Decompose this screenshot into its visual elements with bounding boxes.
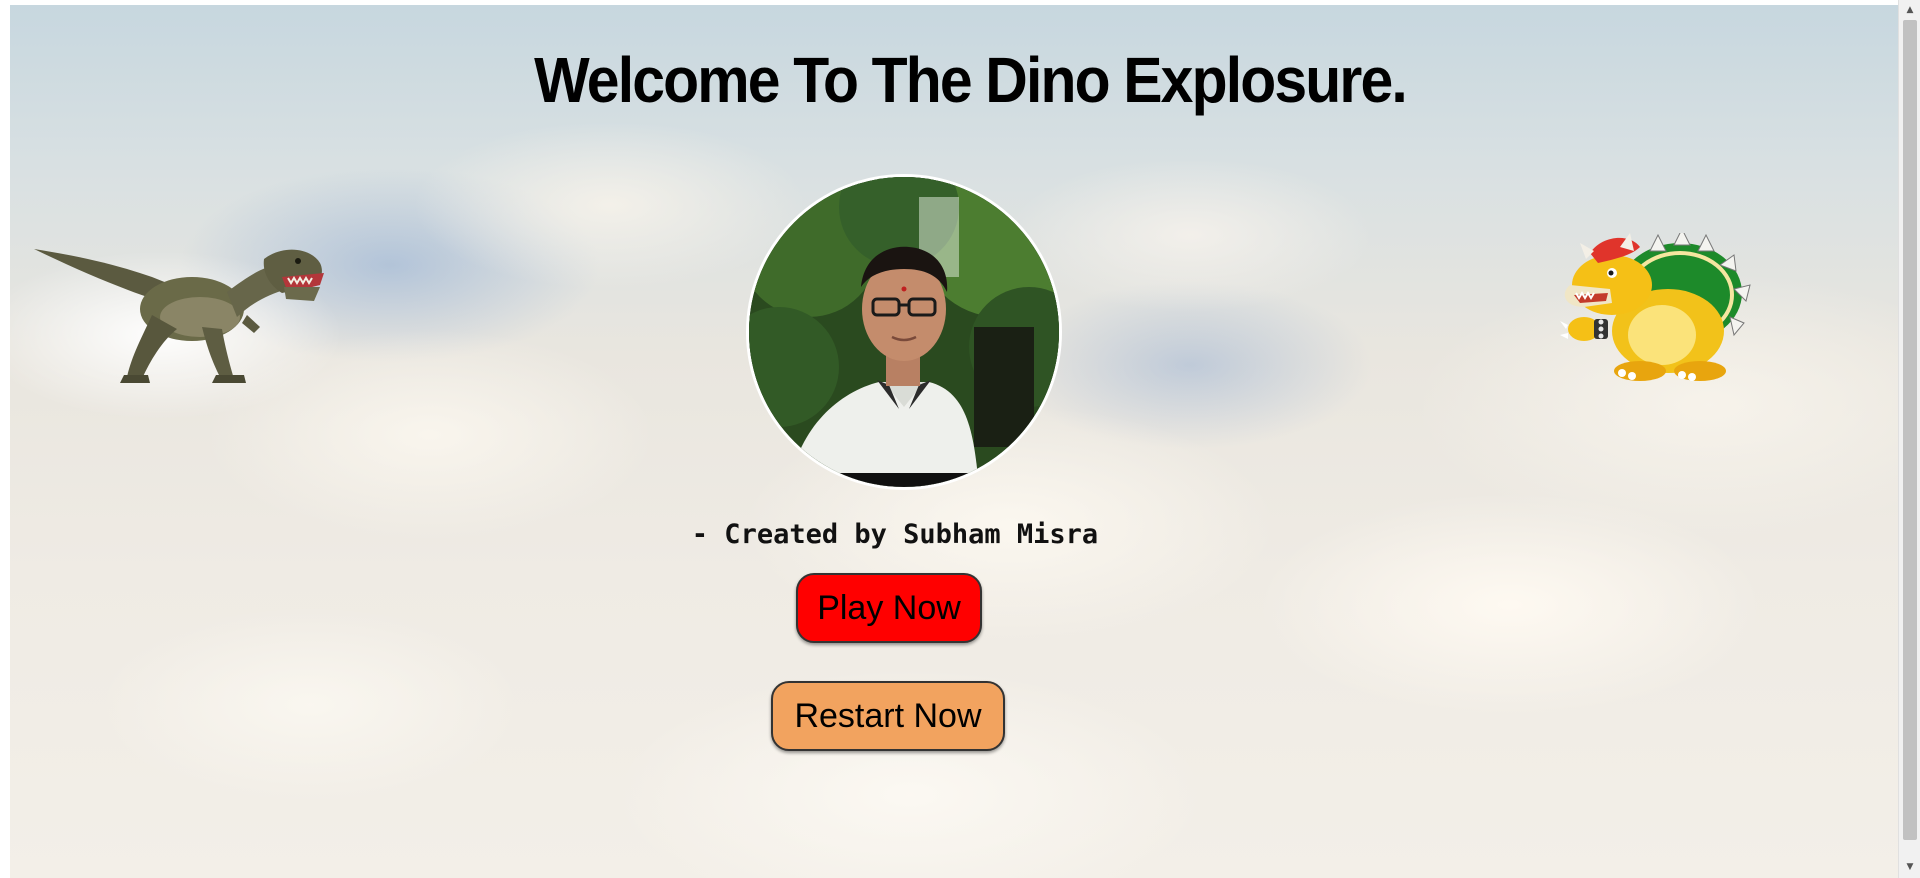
restart-now-button[interactable]: Restart Now — [771, 681, 1005, 751]
creator-profile-photo — [746, 174, 1062, 490]
play-now-button[interactable]: Play Now — [796, 573, 982, 643]
vertical-scrollbar[interactable]: ▲ ▼ — [1898, 0, 1920, 878]
scroll-down-arrow-icon[interactable]: ▼ — [1899, 859, 1920, 876]
game-background: Welcome To The Dino Explosure. - Created… — [10, 5, 1898, 878]
scroll-up-arrow-icon[interactable]: ▲ — [1899, 2, 1920, 19]
t-rex-dinosaur-icon — [34, 249, 324, 383]
creator-credit: - Created by Subham Misra — [691, 519, 1099, 550]
page-title: Welcome To The Dino Explosure. — [534, 44, 1408, 116]
profile-photo-image — [749, 177, 1059, 487]
scrollbar-thumb[interactable] — [1903, 20, 1917, 840]
bowser-character-icon — [1560, 233, 1751, 381]
